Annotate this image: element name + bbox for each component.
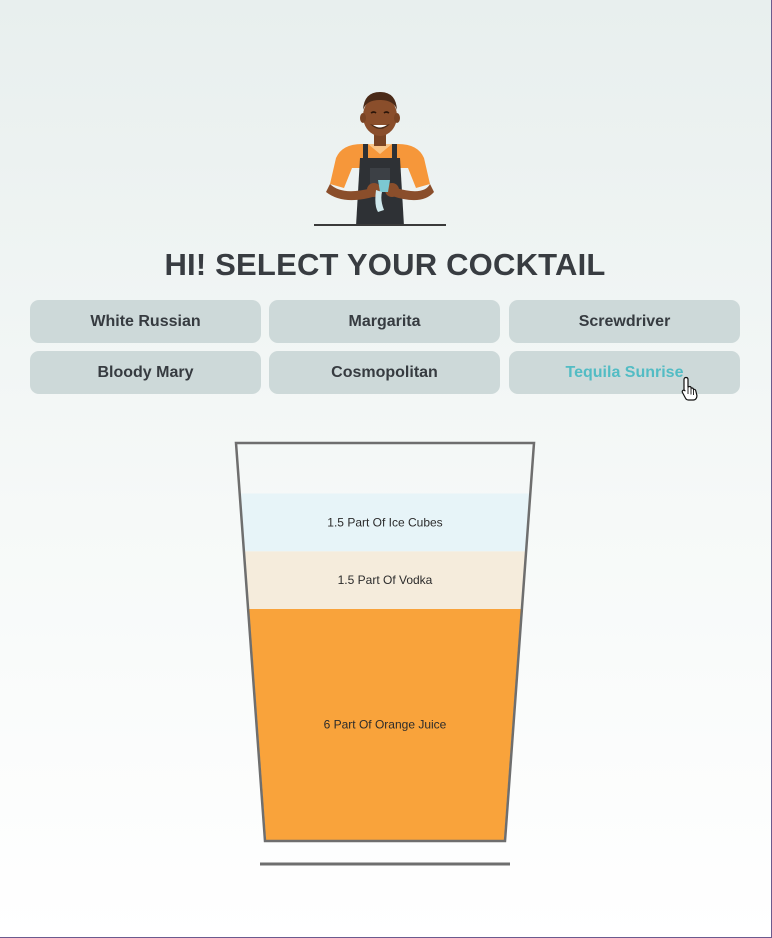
- cocktail-button-margarita[interactable]: Margarita: [269, 300, 500, 343]
- glass-outline: [234, 441, 536, 843]
- hand-pointer-cursor: [681, 376, 698, 401]
- glass-layer-label: 6 Part Of Orange Juice: [324, 718, 447, 732]
- cocktail-button-screwdriver[interactable]: Screwdriver: [509, 300, 740, 343]
- bartender-illustration: [314, 92, 446, 226]
- cocktail-button-white-russian[interactable]: White Russian: [30, 300, 261, 343]
- glass-layer: [237, 551, 533, 609]
- page-title: HI! SELECT YOUR COCKTAIL: [164, 247, 606, 282]
- glass-layer-label: 1.5 Part Of Ice Cubes: [327, 515, 442, 529]
- cocktail-button-cosmopolitan[interactable]: Cosmopolitan: [269, 351, 500, 394]
- glass-layer: [237, 609, 533, 840]
- cocktail-button-bloody-mary[interactable]: Bloody Mary: [30, 351, 261, 394]
- cocktail-button-tequila-sunrise[interactable]: Tequila Sunrise: [509, 351, 740, 394]
- glass-layer-label: 1.5 Part Of Vodka: [338, 573, 433, 587]
- glass-layer: [237, 493, 533, 552]
